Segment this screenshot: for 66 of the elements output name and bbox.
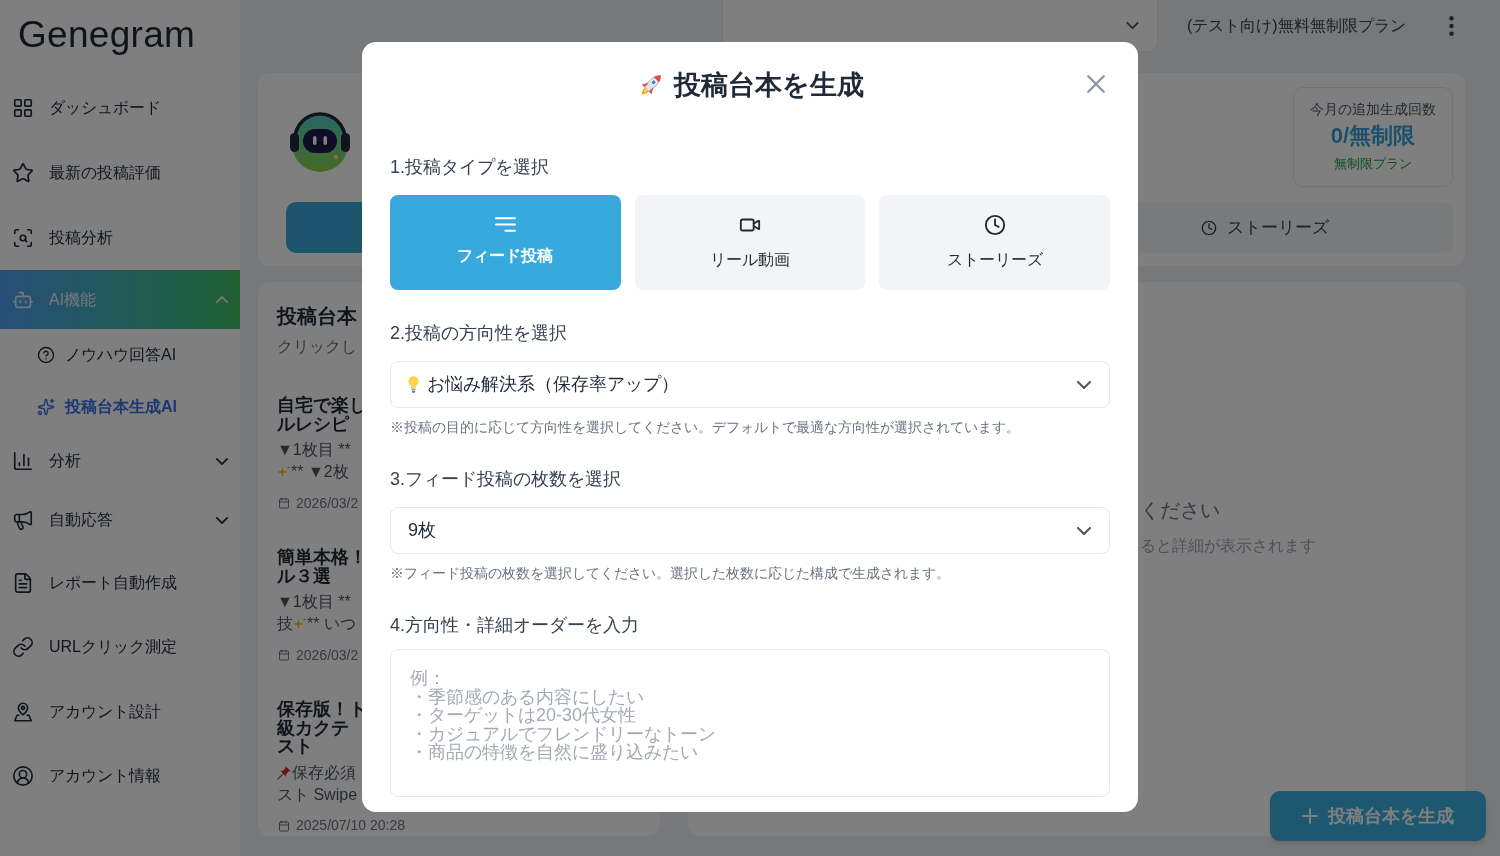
quota-value: 0/無制限 [1330,122,1416,150]
quota-label: 今月の追加生成回数 [1310,100,1436,119]
card-subtitle: クリックし [277,337,358,357]
section-label: 1.投稿タイプを選択 [390,156,550,179]
date-text: 2025/07/10 20:28 [296,816,405,835]
lines-icon [494,217,516,232]
post-type-option[interactable]: ストーリーズ [879,195,1110,290]
calendar-icon [278,497,290,509]
plan-name: (テスト向け)無料無制限プラン [1187,16,1406,36]
chevron-down-icon [1126,22,1139,29]
post-type-option[interactable]: フィード投稿 [390,195,621,290]
date-text: 2026/03/2 [296,645,359,665]
section-label: 3.フィード投稿の枚数を選択 [390,468,622,491]
card-title: 投稿台本 [277,304,358,329]
post-type-tab[interactable]: ストーリーズ [1138,202,1453,253]
chevron-down-icon [1077,526,1091,535]
section-label: 2.投稿の方向性を選択 [390,322,568,345]
select-field[interactable]: お悩み解決系（保存率アップ） [390,361,1110,408]
order-input-field[interactable]: 例： ・季節感のある内容にしたい ・ターゲットは20-30代女性 ・カジュアルでフレンドリーなトーン ・商品の特徴を自然に盛り込みたい [390,649,1110,797]
excerpt-text: スト Swipe [277,784,358,805]
light-bulb-icon [408,376,419,393]
sidebar-subitem[interactable]: 投稿台本生成AI [0,381,240,433]
clock-icon [983,213,1006,236]
sidebar-subitem[interactable]: ノウハウ回答AI [0,329,240,381]
bar-chart-icon [12,450,34,472]
plus-icon [1302,808,1318,824]
placeholder-text: ・季節感のある内容にしたい [410,687,644,706]
excerpt-text: ** ▼2枚 [291,462,349,482]
placeholder-text: 例： [410,669,446,688]
excerpt-text: ▼1枚目 ** [277,440,351,460]
grid-icon [12,96,34,119]
excerpt-text: 保存必須 [292,762,356,783]
hint-text: ※フィード投稿の枚数を選択してください。選択した枚数に応じた構成で生成されます。 [390,565,951,583]
placeholder-text: ・商品の特徴を自然に盛り込みたい [410,743,698,762]
star-icon [12,161,34,184]
sparkle-icon [293,617,307,631]
select-field[interactable]: 9枚 [390,507,1110,554]
calendar-icon [278,819,290,832]
post-type-option[interactable]: リール動画 [634,195,866,290]
calendar-icon [278,649,290,661]
plan-label: 無制限プラン [1334,156,1412,173]
sparkles-icon [37,398,55,416]
date-text: 2026/03/2 [296,493,359,513]
excerpt-text: ▼1枚目 ** [277,592,351,612]
placeholder-text: ・ターゲットは20-30代女性 [410,706,637,725]
scan-search-icon [12,226,34,249]
chevron-down-icon [1077,380,1091,389]
clock-icon [1200,219,1217,236]
close-icon[interactable] [1087,75,1105,93]
kebab-menu-icon[interactable] [1449,16,1454,36]
user-circle-icon [12,765,34,787]
link-icon [12,636,34,658]
document-icon [12,572,34,594]
placeholder-text: ・カジュアルでフレンドリーなトーン [410,724,716,743]
help-circle-icon [37,346,55,364]
megaphone-icon [12,509,34,531]
excerpt-text: ** いつ [307,614,356,634]
person-pin-icon [12,700,34,723]
modal-title: 投稿台本を生成 [674,69,864,102]
excerpt-text: 技 [277,614,293,634]
logo[interactable]: Genegram [18,14,196,55]
section-label: 4.方向性・詳細オーダーを入力 [390,614,640,637]
pushpin-icon [277,765,292,780]
sparkle-icon [277,465,291,479]
empty-state-message: ください [1140,498,1220,523]
hint-text: ※投稿の目的に応じて方向性を選択してください。デフォルトで最適な方向性が選択されています。 [390,419,1021,437]
